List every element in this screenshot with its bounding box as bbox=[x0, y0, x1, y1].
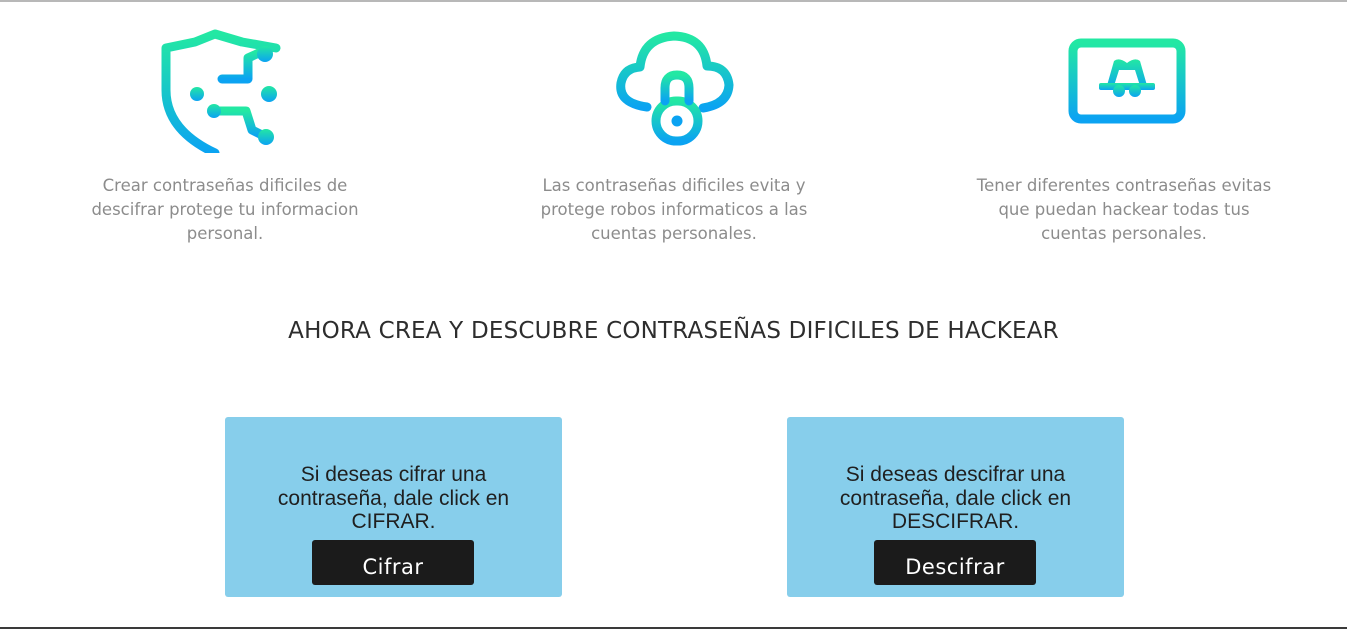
top-divider bbox=[0, 0, 1347, 2]
feature-description: Crear contraseñas dificiles de descifrar… bbox=[91, 176, 359, 243]
feature-prevent-theft: Las contraseñas dificiles evita y proteg… bbox=[519, 28, 829, 246]
feature-different-passwords: Tener diferentes contraseñas evitas que … bbox=[969, 28, 1279, 246]
encrypt-button[interactable]: Cifrar bbox=[312, 540, 474, 585]
feature-protect-info: Crear contraseñas dificiles de descifrar… bbox=[70, 28, 380, 246]
encrypt-card: Si deseas cifrar una contraseña, dale cl… bbox=[225, 417, 562, 597]
decrypt-card-message: Si deseas descifrar una contraseña, dale… bbox=[839, 463, 1072, 533]
feature-description: Tener diferentes contraseñas evitas que … bbox=[976, 176, 1272, 243]
decrypt-button[interactable]: Descifrar bbox=[874, 540, 1036, 585]
decrypt-card: Si deseas descifrar una contraseña, dale… bbox=[787, 417, 1124, 597]
monitor-hacker-icon bbox=[1068, 38, 1186, 139]
cloud-lock-icon bbox=[616, 31, 734, 146]
section-title: AHORA CREA Y DESCUBRE CONTRASEÑAS DIFICI… bbox=[288, 318, 1059, 344]
encrypt-card-message: Si deseas cifrar una contraseña, dale cl… bbox=[277, 463, 510, 533]
feature-description: Las contraseñas dificiles evita y proteg… bbox=[540, 176, 808, 243]
shield-circuit-icon bbox=[161, 29, 281, 153]
